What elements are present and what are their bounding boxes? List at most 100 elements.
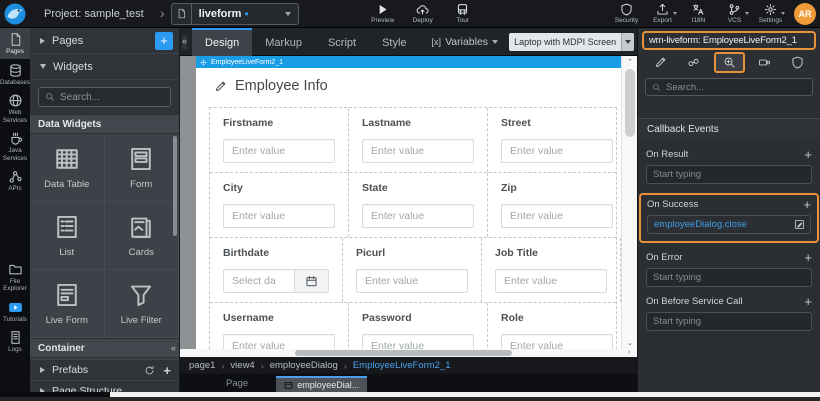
- panel-tab-events[interactable]: [714, 52, 745, 73]
- field-password[interactable]: PasswordEnter value: [349, 303, 488, 349]
- field-street[interactable]: StreetEnter value: [488, 108, 621, 172]
- sidebar-item-web-services[interactable]: Web Services: [0, 89, 30, 127]
- panel-tab-security[interactable]: [785, 52, 810, 73]
- collapse-panel-button[interactable]: «: [171, 343, 176, 353]
- event-input[interactable]: [646, 312, 812, 331]
- add-page-button[interactable]: +: [155, 32, 173, 50]
- scrollbar-thumb[interactable]: [173, 136, 177, 236]
- field-city[interactable]: CityEnter value: [210, 173, 349, 237]
- breadcrumb-item-view4[interactable]: view4: [230, 360, 254, 371]
- scroll-down-icon[interactable]: ⌄: [622, 339, 637, 347]
- field-firstname[interactable]: FirstnameEnter value: [210, 108, 349, 172]
- sidebar-item-apis[interactable]: APIs: [0, 165, 30, 196]
- event-value-link[interactable]: employeeDialog.close: [654, 219, 747, 230]
- field-input[interactable]: Enter value: [501, 204, 613, 228]
- field-zip[interactable]: Zip Enter value: [488, 173, 621, 237]
- widget-form[interactable]: Form: [105, 134, 180, 202]
- widget-live-form[interactable]: Live Form: [30, 270, 105, 338]
- tab-script[interactable]: Script: [315, 28, 369, 56]
- selected-widget-bar[interactable]: EmployeeLiveForm2_1: [196, 56, 621, 68]
- widget-grid-layout-icon[interactable]: [30, 358, 105, 359]
- field-input[interactable]: Enter value: [362, 334, 474, 349]
- field-input[interactable]: Enter value: [223, 204, 335, 228]
- add-event-button[interactable]: +: [804, 253, 812, 263]
- tab-style[interactable]: Style: [369, 28, 419, 56]
- add-event-button[interactable]: +: [804, 297, 812, 307]
- deploy-button[interactable]: Deploy: [407, 3, 439, 24]
- tab-design[interactable]: Design: [192, 28, 252, 56]
- field-input[interactable]: Select da: [223, 269, 295, 293]
- breadcrumb-item-page1[interactable]: page1: [189, 360, 215, 371]
- prefabs-section-header[interactable]: Prefabs +: [30, 359, 179, 380]
- vcs-button[interactable]: VCS: [719, 3, 750, 24]
- scrollbar-thumb[interactable]: [625, 69, 635, 137]
- field-input[interactable]: Enter value: [223, 139, 335, 163]
- field-input[interactable]: Enter value: [362, 139, 474, 163]
- widget-cards[interactable]: Cards: [105, 202, 180, 270]
- avatar[interactable]: AR: [794, 3, 816, 25]
- variables-menu[interactable]: [x] Variables: [432, 36, 499, 48]
- tab-markup[interactable]: Markup: [252, 28, 315, 56]
- tour-button[interactable]: Tour: [447, 3, 479, 24]
- settings-button[interactable]: Settings: [755, 3, 786, 24]
- sidebar-item-file-explorer[interactable]: File Explorer: [0, 258, 30, 296]
- form-title: Employee Info: [235, 78, 328, 94]
- sidebar-item-java-services[interactable]: Java Services: [0, 127, 30, 165]
- widgets-section-header[interactable]: Widgets: [30, 54, 179, 80]
- scrollbar-thumb[interactable]: [295, 350, 512, 356]
- vertical-scrollbar[interactable]: ⌃ ⌄: [621, 56, 637, 349]
- refresh-icon[interactable]: [144, 365, 155, 376]
- field-picurl[interactable]: PicurlEnter value: [343, 238, 482, 302]
- field-input[interactable]: Enter value: [362, 204, 474, 228]
- event-input[interactable]: [646, 165, 812, 184]
- widget-data-table[interactable]: Data Table: [30, 134, 105, 202]
- panel-tab-styles[interactable]: [681, 52, 706, 73]
- horizontal-scrollbar[interactable]: [180, 349, 621, 357]
- dialog-tab[interactable]: employeeDial...: [276, 376, 367, 392]
- field-label: Zip: [501, 182, 613, 194]
- field-lastname[interactable]: LastnameEnter value: [349, 108, 488, 172]
- page-selector-dropdown[interactable]: liveform •: [171, 3, 299, 25]
- scroll-right-icon[interactable]: ›: [621, 349, 637, 357]
- field-job-title[interactable]: Job TitleEnter value: [482, 238, 621, 302]
- field-input[interactable]: Enter value: [495, 269, 607, 293]
- add-prefab-button[interactable]: +: [163, 363, 171, 378]
- scroll-up-icon[interactable]: ⌃: [622, 58, 637, 66]
- field-input[interactable]: Enter value: [501, 139, 613, 163]
- property-search-input[interactable]: [666, 82, 812, 93]
- pages-section-header[interactable]: Pages +: [30, 28, 179, 54]
- field-username[interactable]: UsernameEnter value: [210, 303, 349, 349]
- field-state[interactable]: StateEnter value: [349, 173, 488, 237]
- i18n-button[interactable]: I18N: [683, 3, 714, 24]
- sidebar-item-logs[interactable]: Logs: [0, 326, 30, 357]
- live-filter-icon: [128, 282, 154, 308]
- add-event-button[interactable]: +: [804, 150, 812, 160]
- calendar-button[interactable]: [295, 269, 329, 293]
- panel-tab-properties[interactable]: [648, 52, 673, 73]
- widget-live-filter[interactable]: Live Filter: [105, 270, 180, 338]
- field-role[interactable]: RoleEnter value: [488, 303, 621, 349]
- widget-search-input[interactable]: [60, 92, 170, 103]
- security-button[interactable]: Security: [611, 3, 642, 24]
- sidebar-item-tutorials[interactable]: Tutorials: [0, 296, 30, 327]
- collapse-left-panel-button[interactable]: «: [182, 35, 187, 49]
- sidebar-item-databases[interactable]: Databases: [0, 59, 30, 90]
- widget-list[interactable]: List: [30, 202, 105, 270]
- field-input[interactable]: Enter value: [501, 334, 613, 349]
- wavemaker-logo-icon[interactable]: [3, 2, 27, 26]
- preview-button[interactable]: Preview: [367, 3, 399, 24]
- field-input[interactable]: Enter value: [356, 269, 468, 293]
- widget-panel-icon[interactable]: [105, 358, 180, 359]
- breadcrumb-item-employeeliveform2-1[interactable]: EmployeeLiveForm2_1: [353, 360, 451, 371]
- panel-tab-device[interactable]: [752, 52, 777, 73]
- field-birthdate[interactable]: BirthdateSelect da: [210, 238, 343, 302]
- event-input[interactable]: [646, 268, 812, 287]
- chevron-right-icon: ›: [160, 5, 165, 21]
- breadcrumb-item-employeedialog[interactable]: employeeDialog: [270, 360, 338, 371]
- field-input[interactable]: Enter value: [223, 334, 335, 349]
- export-button[interactable]: Export: [647, 3, 678, 24]
- add-event-button[interactable]: +: [803, 200, 811, 210]
- sidebar-item-pages[interactable]: Pages: [0, 28, 30, 59]
- edit-icon[interactable]: [791, 218, 807, 232]
- device-selector[interactable]: Laptop with MDPI Screen: [509, 33, 634, 51]
